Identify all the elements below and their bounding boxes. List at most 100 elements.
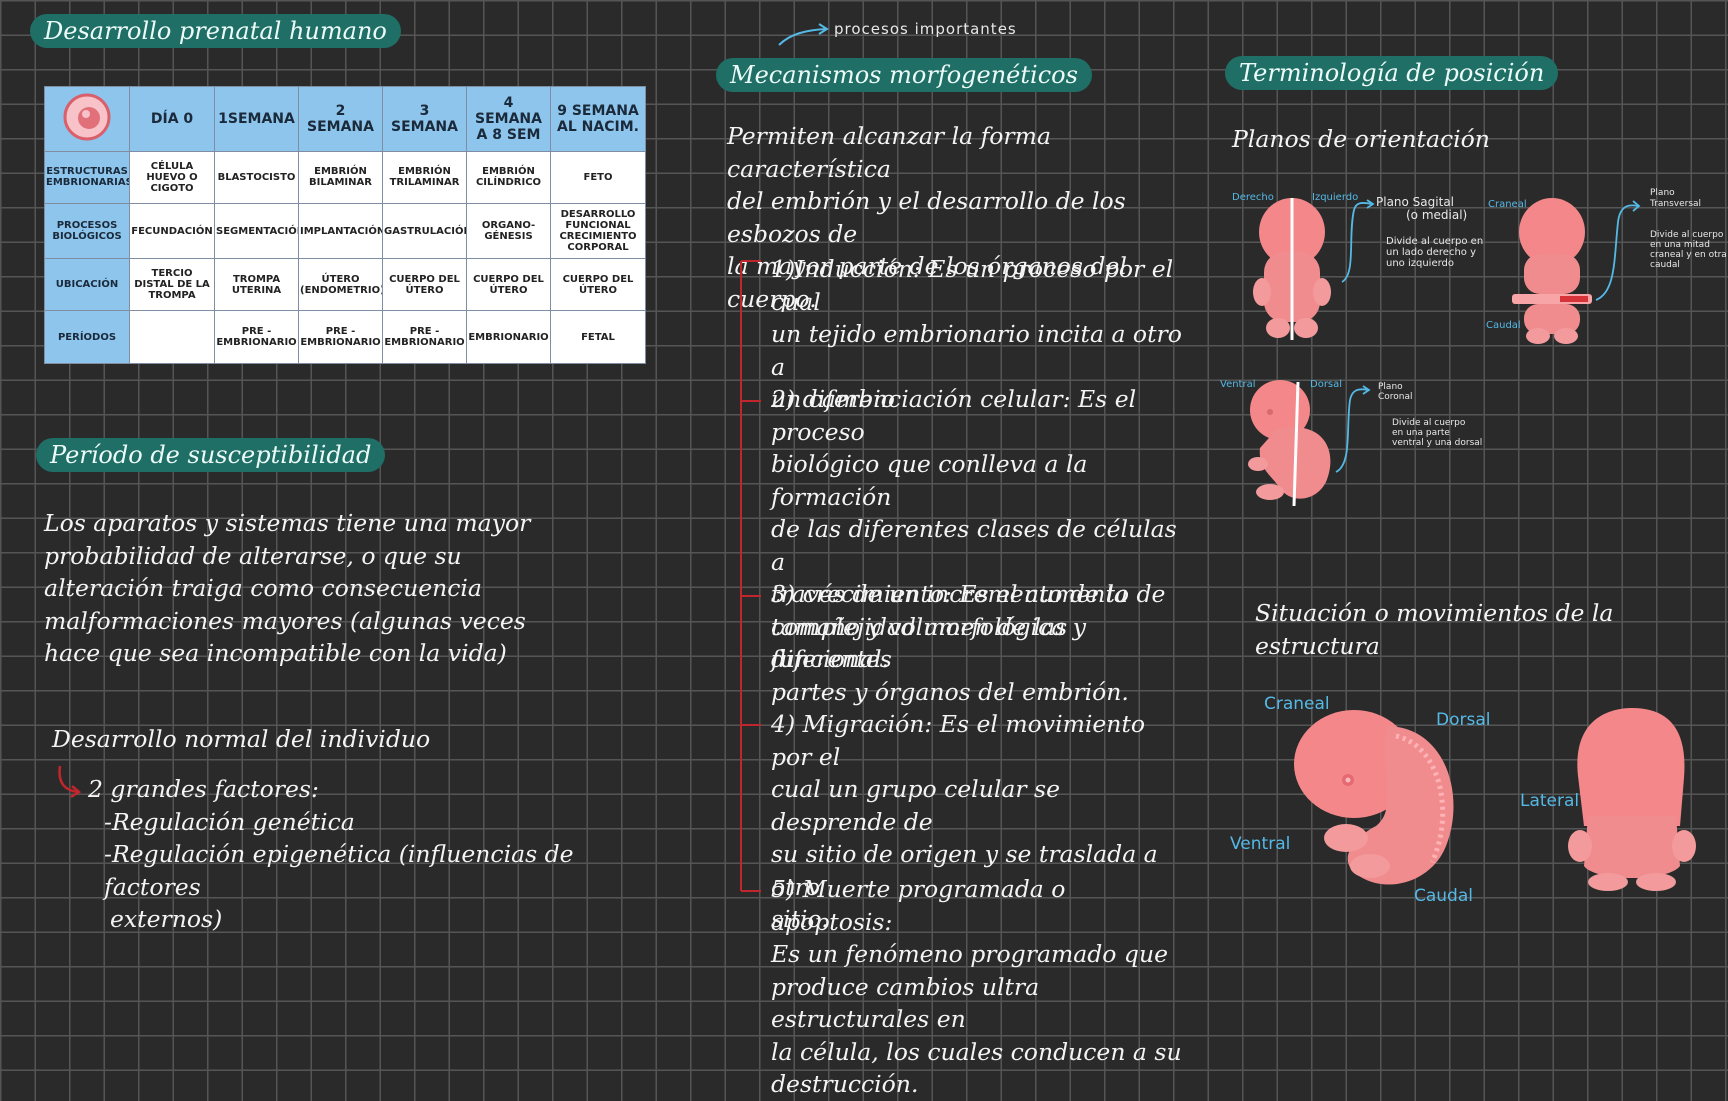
transverse-description: Divide al cuerpo en una mitad craneal y … — [1650, 230, 1727, 270]
text-line: Es un fenómeno programado que — [771, 940, 1169, 968]
blue-arrow-icon — [1341, 199, 1375, 283]
red-bracket — [740, 260, 761, 892]
blue-arrow-icon — [1335, 385, 1371, 473]
table-header: 9 SEMANA AL NACIM. — [550, 86, 646, 152]
text-line: 5) Muerte programada o apoptosis: — [771, 875, 1066, 936]
table-row-label: ESTRUCTURAS EMBRIONARIAS — [44, 150, 130, 205]
text-line: 2) diferenciación celular: Es el proceso — [771, 385, 1137, 446]
label-plano-sagital: Plano Sagital (o medial) — [1376, 196, 1467, 222]
label-caudal: Caudal — [1486, 320, 1521, 331]
procesos-annotation: procesos importantes — [834, 20, 1017, 38]
table-row: PERÍODOS PRE - EMBRIONARIO PRE - EMBRION… — [44, 310, 646, 364]
text-line: hace que sea incompatible con la vida) — [44, 639, 507, 667]
table-cell: CUERPO DEL ÚTERO — [466, 257, 551, 312]
text-line: Divide al cuerpo en — [1386, 236, 1484, 247]
sagittal-description: Divide al cuerpo en un lado derecho y un… — [1386, 236, 1483, 269]
table-header: 3 SEMANA — [382, 86, 467, 152]
text-line: cual un grupo celular se desprende de — [771, 775, 1061, 836]
text-line: destrucción. — [771, 1070, 919, 1098]
table-cell: TERCIO DISTAL DE LA TROMPA — [129, 257, 215, 312]
table-cell: CUERPO DEL ÚTERO — [382, 257, 467, 312]
red-arrow-icon — [58, 765, 82, 799]
label-plano-coronal: Plano Coronal — [1378, 382, 1413, 402]
text-line: craneal y en otra — [1650, 250, 1727, 260]
table-cell: SEGMENTACIÓN — [214, 203, 299, 259]
text-line: 4) Migración: Es el movimiento por el — [771, 710, 1146, 771]
table-cell: DESARROLLO FUNCIONAL CRECIMIENTO CORPORA… — [550, 203, 646, 259]
table-cell: CUERPO DEL ÚTERO — [550, 257, 646, 312]
table-row: UBICACIÓN TERCIO DISTAL DE LA TROMPA TRO… — [44, 257, 646, 312]
text-line: 3) crecimiento: Es el aumento de — [771, 580, 1166, 608]
label-plano-transversal: Plano Transversal — [1650, 188, 1701, 210]
embryo-thumbnail-cell — [44, 86, 130, 152]
text-line: biológico que conlleva a la formación — [771, 450, 1088, 511]
table-header: 4 SEMANA A 8 SEM — [466, 86, 551, 152]
text-line: la célula, los cuales conducen a su — [771, 1037, 1182, 1066]
text-line: Divide al cuerpo — [1392, 418, 1466, 428]
text-line: Transversal — [1650, 199, 1702, 209]
blue-arrow-icon — [778, 23, 829, 46]
text-line: de las diferentes clases de células a — [771, 515, 1177, 576]
label-caudal-large: Caudal — [1414, 886, 1473, 906]
text-line: produce cambios ultra estructurales en — [771, 972, 1040, 1034]
table-cell: ÚTERO (ENDOMETRIO) — [298, 257, 383, 312]
text-line: un tejido embrionario incita a otro a — [771, 320, 1182, 381]
table-cell: EMBRIONARIO — [466, 310, 551, 364]
text-line: en una parte — [1392, 428, 1450, 438]
label-craneal-large: Craneal — [1264, 694, 1330, 714]
text-line: Plano — [1378, 382, 1403, 392]
title-desarrollo-prenatal: Desarrollo prenatal humano — [30, 14, 401, 48]
title-mecanismos-morfogeneticos: Mecanismos morfogenéticos — [716, 58, 1092, 92]
embryo-circle-icon — [63, 93, 111, 141]
table-cell — [129, 310, 215, 364]
table-cell: EMBRIÓN TRILAMINAR — [382, 150, 467, 205]
table-cell: BLASTOCISTO — [214, 150, 299, 205]
table-cell: FETAL — [550, 310, 646, 364]
text-line: en una mitad — [1650, 240, 1710, 250]
table-header: 2 SEMANA — [298, 86, 383, 152]
table-row-label: UBICACIÓN — [44, 257, 130, 312]
text-line: malformaciones mayores (algunas veces — [44, 606, 526, 635]
title-periodo-susceptibilidad: Período de susceptibilidad — [36, 438, 386, 472]
text-line: -Regulación epigenética (influencias de … — [104, 840, 574, 901]
normal-development-heading: Desarrollo normal del individuo — [52, 725, 431, 753]
planes-heading: Planos de orientación — [1232, 125, 1490, 153]
text-line: Los aparatos y sistemas tiene una mayor — [44, 509, 531, 537]
table-cell: GASTRULACIÓN — [382, 203, 467, 259]
label-ventral: Ventral — [1220, 379, 1256, 390]
text-line: Permiten alcanzar la forma característic… — [727, 122, 1051, 183]
text-line: probabilidad de alterarse, o que su — [44, 541, 462, 570]
title-terminologia-posicion: Terminología de posición — [1225, 56, 1559, 90]
text-line: Coronal — [1378, 392, 1413, 402]
text-line: 1)Inducción: Es un proceso por el cual — [771, 255, 1174, 316]
table-cell: TROMPA UTERINA — [214, 257, 299, 312]
table-cell: EMBRIÓN CILÍNDRICO — [466, 150, 551, 205]
table-cell: PRE - EMBRIONARIO — [298, 310, 383, 364]
susceptibility-text: Los aparatos y sistemas tiene una mayor … — [44, 507, 564, 670]
table-cell: EMBRIÓN BILAMINAR — [298, 150, 383, 205]
text-line: caudal — [1650, 260, 1680, 270]
label-derecho: Derecho — [1232, 192, 1274, 203]
table-header: 1SEMANA — [214, 86, 299, 152]
label-craneal: Craneal — [1488, 199, 1527, 210]
text-line: un lado derecho y — [1386, 247, 1476, 258]
table-cell: IMPLANTACIÓN — [298, 203, 383, 259]
table-row: PROCESOS BIOLÓGICOS FECUNDACIÓN SEGMENTA… — [44, 203, 646, 259]
prenatal-development-table: DÍA 0 1SEMANA 2 SEMANA 3 SEMANA 4 SEMANA… — [44, 86, 646, 364]
blue-arrow-icon — [1595, 200, 1641, 301]
text-line: del embrión y el desarrollo de los esboz… — [727, 187, 1126, 248]
table-row-label: PERÍODOS — [44, 310, 130, 364]
table-header: DÍA 0 — [129, 86, 215, 152]
table-cell: FETO — [550, 150, 646, 205]
embryo-coronal-illustration — [1248, 380, 1331, 507]
text-line: uno izquierdo — [1386, 258, 1455, 269]
label-dorsal-large: Dorsal — [1436, 710, 1491, 730]
table-row-label: PROCESOS BIOLÓGICOS — [44, 203, 130, 259]
coronal-description: Divide al cuerpo en una parte ventral y … — [1392, 418, 1482, 448]
situation-heading: Situación o movimientos de la estructura — [1255, 599, 1614, 660]
factors-list: 2 grandes factores: -Regulación genética… — [88, 773, 608, 936]
table-cell: ORGANO- GÉNESIS — [466, 203, 551, 259]
mechanism-item-crecimiento: 3) crecimiento: Es el aumento de tamaño … — [771, 578, 1191, 708]
text-line: Plano — [1650, 188, 1675, 198]
mechanism-item-apoptosis: 5) Muerte programada o apoptosis: Es un … — [771, 873, 1191, 1101]
